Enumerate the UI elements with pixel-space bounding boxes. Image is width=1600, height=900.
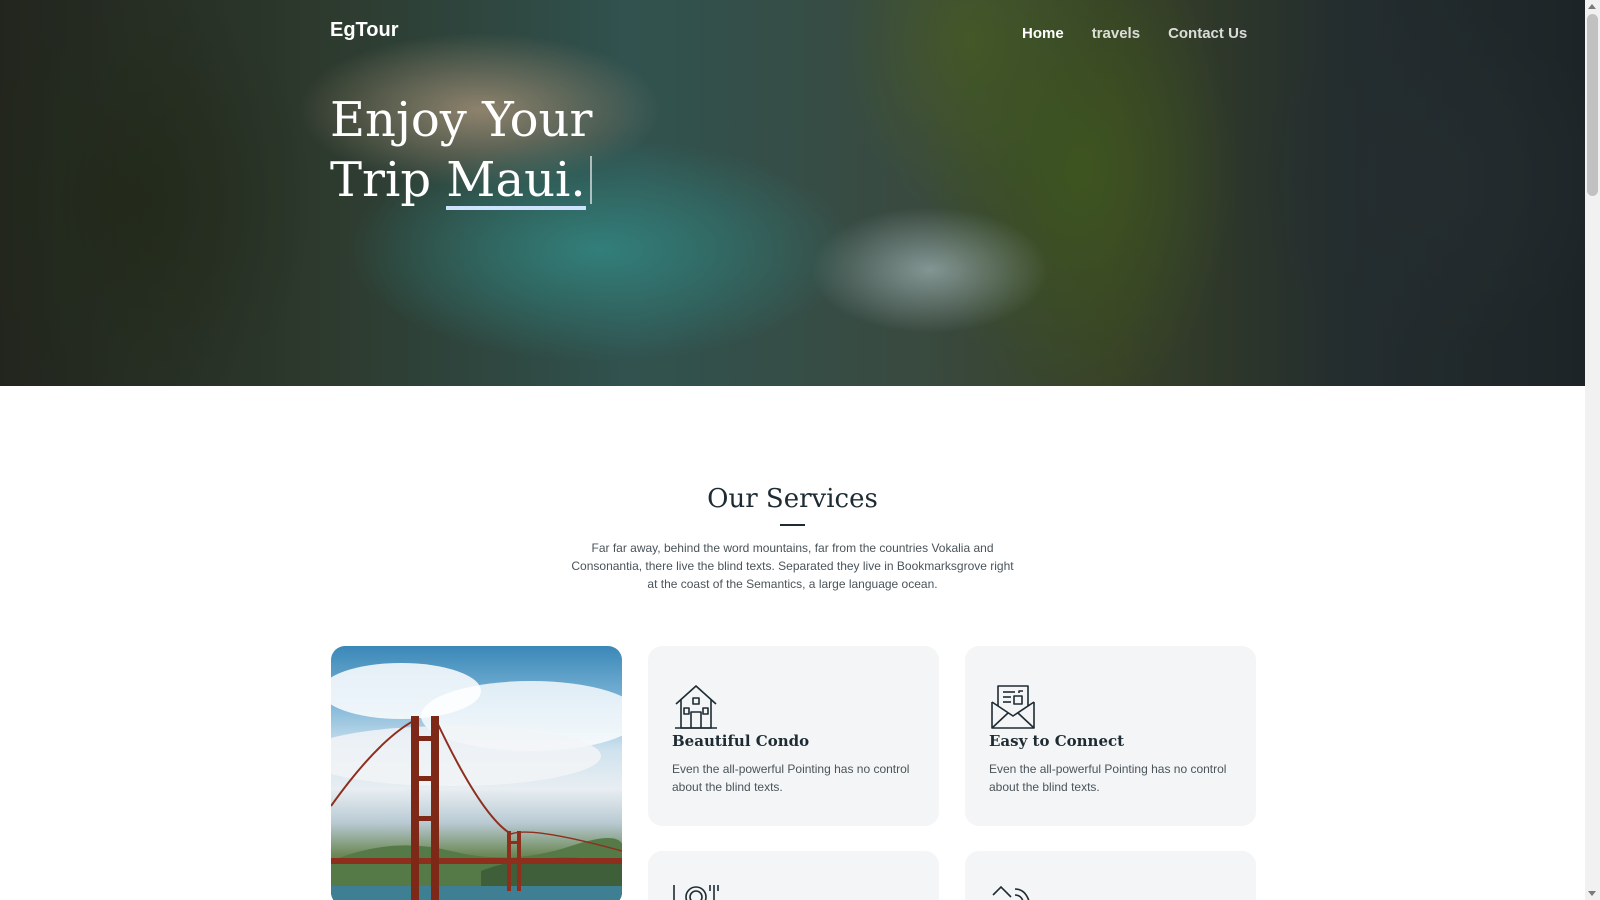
service-card-wifi[interactable] [965, 851, 1256, 900]
nav-home[interactable]: Home [1022, 25, 1064, 42]
service-title: Beautiful Condo [672, 732, 810, 750]
bridge-illustration [331, 663, 622, 900]
service-card-dining[interactable] [648, 851, 939, 900]
house-icon [675, 685, 717, 729]
envelope-icon [991, 685, 1035, 729]
dining-icon [673, 885, 719, 900]
scroll-up-icon[interactable] [1588, 4, 1596, 9]
wifi-icon [992, 885, 1030, 900]
service-text: Even the all-powerful Pointing has no co… [989, 762, 1227, 794]
hero-title-line2-prefix: Trip [330, 152, 447, 208]
nav-contact-us[interactable]: Contact Us [1168, 25, 1247, 42]
service-card-beautiful-condo[interactable]: Beautiful Condo Even the all-powerful Po… [648, 646, 939, 826]
service-title: Easy to Connect [989, 732, 1125, 750]
services-title: Our Services [707, 484, 878, 514]
services-description: Far far away, behind the word mountains,… [571, 541, 1014, 591]
scrollbar-thumb[interactable] [1587, 14, 1598, 196]
hero-typed-word: Maui. [446, 152, 586, 210]
services-divider [780, 524, 805, 526]
brand-logo[interactable]: EgTour [330, 19, 399, 42]
typing-cursor [589, 156, 592, 204]
scroll-down-icon[interactable] [1588, 891, 1596, 896]
service-card-easy-to-connect[interactable]: Easy to Connect Even the all-powerful Po… [965, 646, 1256, 826]
golden-gate-bridge-photo [331, 646, 622, 900]
hero-title-line1: Enjoy Your [330, 92, 593, 148]
nav-travels[interactable]: travels [1092, 25, 1140, 42]
service-text: Even the all-powerful Pointing has no co… [672, 762, 910, 794]
hero-banner [0, 0, 1585, 386]
main-nav: Home travels Contact Us [994, 25, 1247, 42]
page-scrollbar[interactable] [1585, 0, 1600, 900]
hero-title: Enjoy Your Trip Maui. [330, 90, 592, 210]
